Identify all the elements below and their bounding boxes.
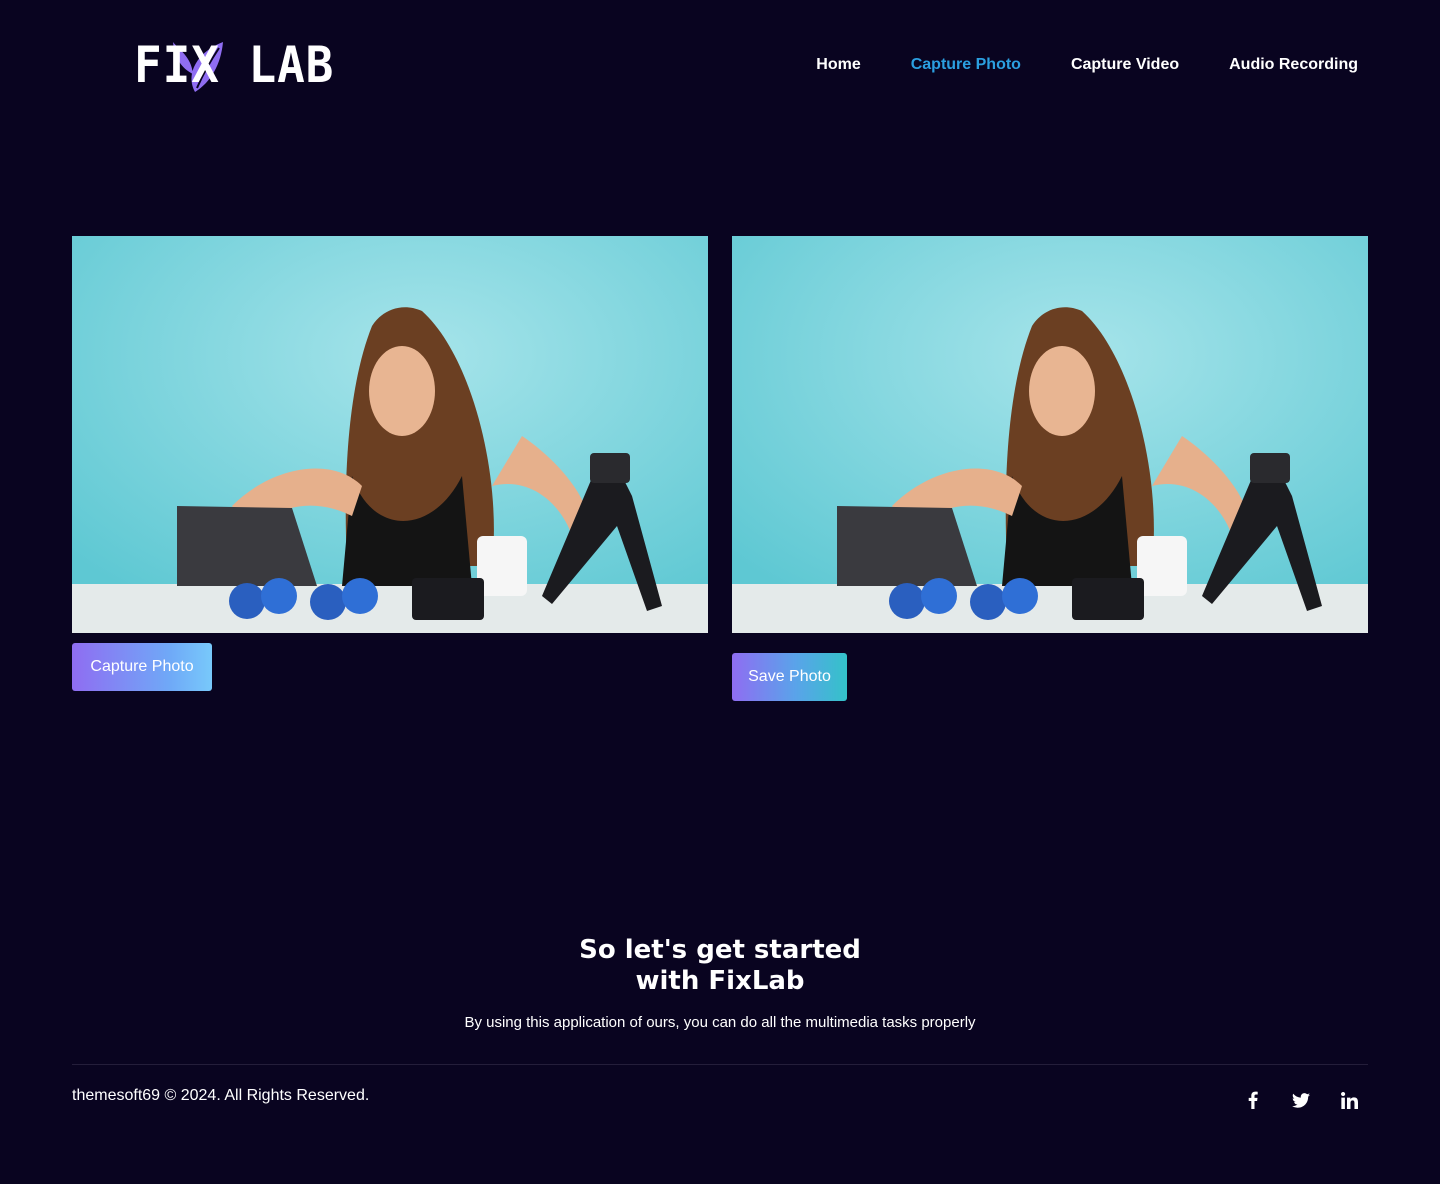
photo-icon [72, 236, 708, 633]
cta-title-line2: with FixLab [635, 966, 805, 996]
capture-photo-button[interactable]: Capture Photo [72, 643, 212, 691]
brand-name: FIX LAB [134, 36, 335, 94]
photo-icon [732, 236, 1368, 633]
cta-title: So let's get started with FixLab [0, 935, 1440, 997]
copyright-text: themesoft69 © 2024. All Rights Reserved. [72, 1087, 370, 1104]
cta-subtitle: By using this application of ours, you c… [464, 1014, 976, 1031]
social-links [1244, 1090, 1358, 1110]
nav-capture-video[interactable]: Capture Video [1071, 56, 1179, 74]
facebook-icon[interactable] [1244, 1090, 1262, 1110]
nav-home[interactable]: Home [816, 56, 860, 74]
site-header: FIX LAB Home Capture Photo Capture Video… [72, 34, 1368, 96]
footer-divider [72, 1064, 1368, 1065]
nav-capture-photo[interactable]: Capture Photo [911, 56, 1021, 74]
save-photo-button[interactable]: Save Photo [732, 653, 847, 701]
captured-photo-image [732, 236, 1368, 633]
nav-audio-recording[interactable]: Audio Recording [1229, 56, 1358, 74]
live-preview-image [72, 236, 708, 633]
main-nav: Home Capture Photo Capture Video Audio R… [816, 56, 1358, 74]
twitter-icon[interactable] [1292, 1090, 1310, 1110]
linkedin-icon[interactable] [1340, 1090, 1358, 1110]
cta-title-line1: So let's get started [579, 935, 861, 965]
